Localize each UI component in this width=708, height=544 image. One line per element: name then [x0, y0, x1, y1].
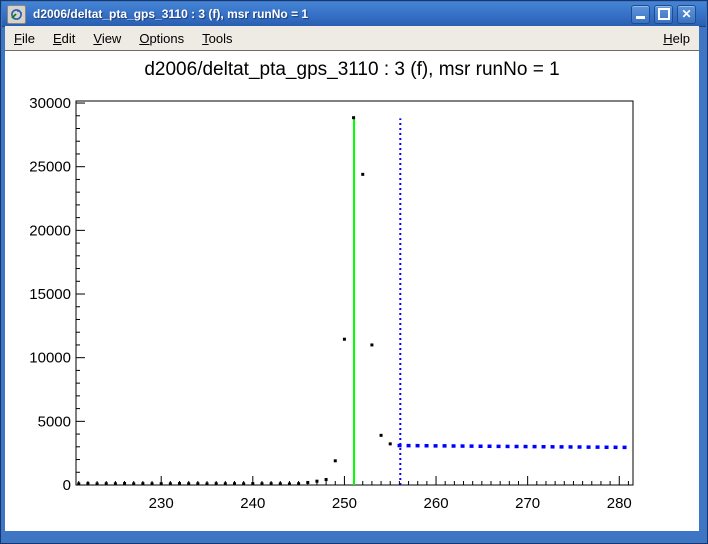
menu-help[interactable]: Help — [654, 28, 699, 49]
y-tick-label: 5000 — [38, 413, 71, 430]
data-point-marker — [169, 482, 172, 485]
data-point-marker — [370, 343, 373, 346]
window-title: d2006/deltat_pta_gps_3110 : 3 (f), msr r… — [33, 7, 631, 21]
menu-view[interactable]: View — [84, 28, 130, 49]
data-point-marker — [389, 442, 392, 445]
data-point-marker — [270, 482, 273, 485]
title-bar[interactable]: d2006/deltat_pta_gps_3110 : 3 (f), msr r… — [2, 2, 706, 27]
data-point-marker — [187, 482, 190, 485]
x-tick-label: 250 — [332, 495, 357, 512]
close-icon: ✕ — [681, 8, 691, 20]
data-point-marker — [325, 478, 328, 481]
data-point-marker — [334, 459, 337, 462]
data-point-marker — [123, 482, 126, 485]
data-point-marker — [86, 482, 89, 485]
data-point-marker — [224, 482, 227, 485]
data-point-marker — [151, 482, 154, 485]
data-point-marker — [297, 482, 300, 485]
data-point-marker — [114, 482, 117, 485]
data-point-marker — [132, 482, 135, 485]
data-point-marker — [306, 481, 309, 484]
menu-options[interactable]: Options — [130, 28, 193, 49]
x-tick-label: 270 — [515, 495, 540, 512]
menu-tools[interactable]: Tools — [193, 28, 241, 49]
data-point-marker — [251, 482, 254, 485]
data-point-marker — [160, 482, 163, 485]
y-tick-label: 15000 — [29, 286, 71, 303]
data-point-marker — [233, 482, 236, 485]
data-point-marker — [288, 482, 291, 485]
menu-bar: File Edit View Options Tools Help — [5, 26, 699, 51]
x-tick-label: 280 — [607, 495, 632, 512]
root-logo-icon — [10, 8, 23, 21]
histogram-chart[interactable]: 230 240 250 260 270 280 0 5000 10000 15000 20000 25… — [5, 51, 701, 533]
root-app-icon[interactable] — [7, 5, 26, 24]
minimize-button[interactable] — [631, 5, 650, 24]
data-point-marker — [315, 480, 318, 483]
maximize-icon — [658, 8, 670, 20]
minimize-icon — [636, 16, 645, 19]
data-point-marker — [279, 482, 282, 485]
data-point-marker — [352, 116, 355, 119]
maximize-button[interactable] — [654, 5, 673, 24]
window-controls: ✕ — [631, 5, 696, 24]
x-tick-label: 260 — [424, 495, 449, 512]
root-canvas-window: d2006/deltat_pta_gps_3110 : 3 (f), msr r… — [0, 0, 708, 544]
menu-file[interactable]: File — [5, 28, 44, 49]
data-point-marker — [361, 173, 364, 176]
y-tick-label: 25000 — [29, 159, 71, 176]
y-tick-label: 30000 — [29, 95, 71, 112]
x-tick-label: 240 — [240, 495, 265, 512]
data-point-marker — [215, 482, 218, 485]
data-point-marker — [260, 482, 263, 485]
background-level-fit — [398, 446, 632, 448]
plot-canvas[interactable]: d2006/deltat_pta_gps_3110 : 3 (f), msr r… — [5, 51, 699, 531]
data-point-marker — [77, 482, 80, 485]
data-point-marker — [178, 482, 181, 485]
data-point-marker — [196, 482, 199, 485]
close-button[interactable]: ✕ — [677, 5, 696, 24]
data-point-marker — [206, 482, 209, 485]
data-point-marker — [380, 434, 383, 437]
y-tick-label: 0 — [63, 477, 71, 494]
data-point-marker — [141, 482, 144, 485]
data-point-marker — [343, 338, 346, 341]
data-point-marker — [105, 482, 108, 485]
data-point-marker — [242, 482, 245, 485]
menu-edit[interactable]: Edit — [44, 28, 84, 49]
y-tick-label: 20000 — [29, 222, 71, 239]
data-point-marker — [96, 482, 99, 485]
x-tick-label: 230 — [149, 495, 174, 512]
y-tick-label: 10000 — [29, 350, 71, 367]
